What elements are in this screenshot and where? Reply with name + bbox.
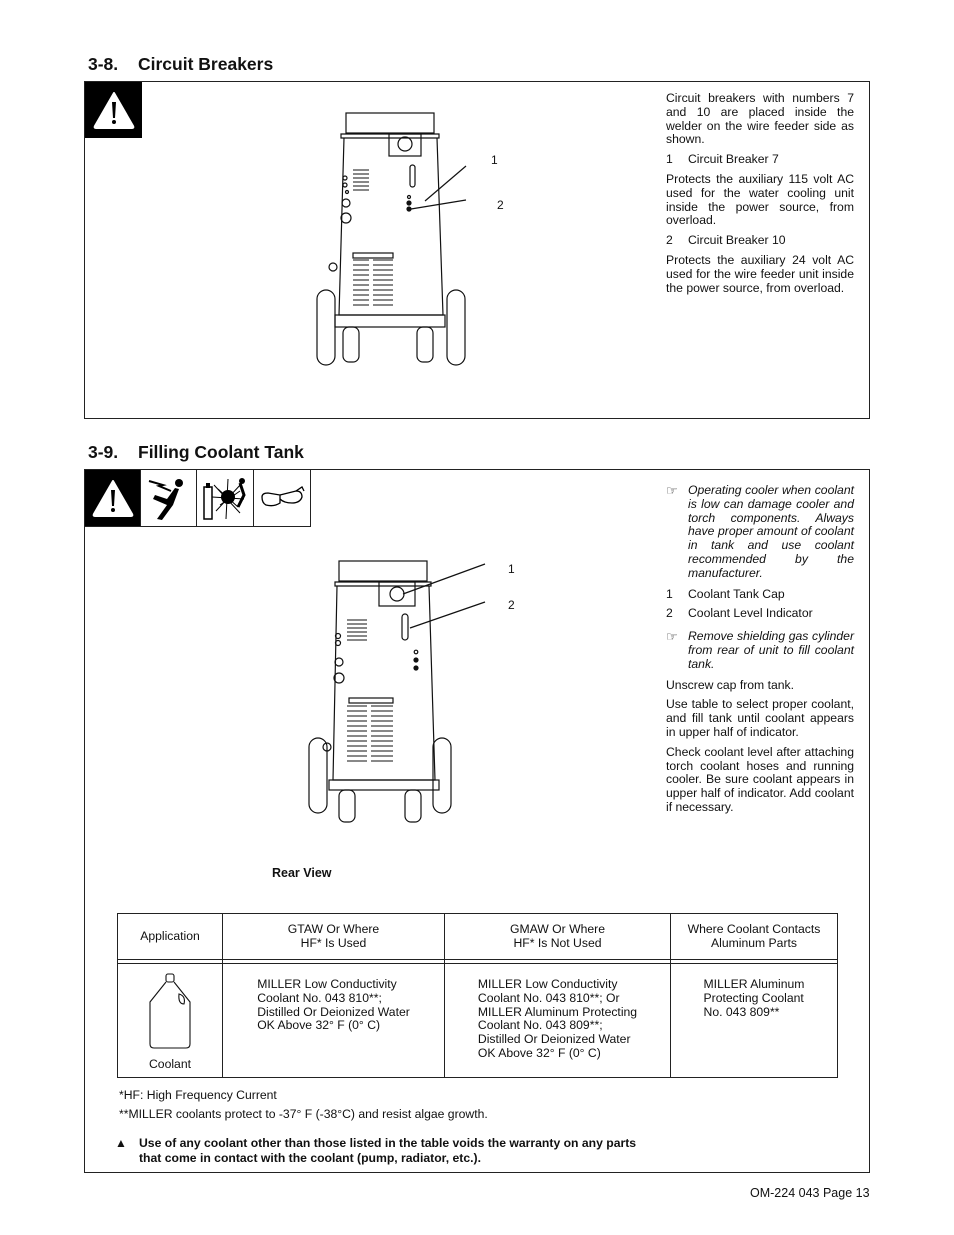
circuit-breakers-text: Circuit breakers with numbers 7 and 10 a… bbox=[666, 91, 854, 301]
row-label: Coolant bbox=[148, 1056, 191, 1071]
welder-rear-view-diagram bbox=[293, 558, 493, 828]
section-number: 3-8. bbox=[88, 54, 119, 74]
cylinder-explosion-icon bbox=[195, 470, 253, 526]
gmaw-cell: MILLER Low Conductivity Coolant No. 043 … bbox=[444, 963, 671, 1078]
circuit-breakers-panel: 1 2 Circuit breakers with numbers 7 and … bbox=[84, 81, 870, 419]
intro-paragraph: Circuit breakers with numbers 7 and 10 a… bbox=[666, 91, 854, 147]
pointing-hand-icon: ☞ bbox=[666, 629, 678, 645]
list-item: 2 Coolant Level Indicator bbox=[666, 606, 813, 621]
section-number: 3-9. bbox=[88, 442, 119, 462]
safety-glasses-icon bbox=[252, 470, 310, 526]
callout-1: 1 bbox=[491, 153, 498, 167]
footnote-miller: **MILLER coolants protect to -37° F (-38… bbox=[119, 1107, 488, 1121]
paragraph: Check coolant level after attaching torc… bbox=[666, 744, 854, 814]
coolant-jug-icon bbox=[118, 964, 222, 1054]
table-row: Coolant MILLER Low Conductivity Coolant … bbox=[117, 963, 838, 1078]
list-item: 1 Coolant Tank Cap bbox=[666, 586, 785, 601]
section-3-9-heading: 3-9. Filling Coolant Tank bbox=[88, 442, 304, 463]
header-aluminum: Where Coolant Contacts Aluminum Parts bbox=[670, 913, 838, 960]
welder-rear-diagram bbox=[311, 110, 511, 400]
filling-coolant-panel: 1 2 Rear View ☞ Operating cooler when coo… bbox=[84, 469, 870, 1173]
callout-2: 2 bbox=[508, 598, 515, 612]
note: ☞ Remove shielding gas cylinder from rear… bbox=[666, 629, 854, 671]
warning-icon bbox=[85, 470, 141, 526]
note: ☞ Operating cooler when coolant is low ca… bbox=[666, 483, 854, 580]
list-item: 2 Circuit Breaker 10 bbox=[666, 233, 786, 248]
footnote-hf: *HF: High Frequency Current bbox=[119, 1088, 277, 1102]
section-title: Filling Coolant Tank bbox=[138, 442, 304, 462]
item-description: Protects the auxiliary 24 volt AC used f… bbox=[666, 252, 854, 295]
item-description: Protects the auxiliary 115 volt AC used … bbox=[666, 171, 854, 228]
pointing-hand-icon: ☞ bbox=[666, 483, 678, 498]
paragraph: Use table to select proper coolant, and … bbox=[666, 697, 854, 739]
callout-2: 2 bbox=[497, 198, 504, 212]
page-footer: OM-224 043 Page 13 bbox=[750, 1186, 870, 1200]
callout-1: 1 bbox=[508, 562, 515, 576]
electric-shock-icon bbox=[140, 470, 195, 526]
section-3-8-heading: 3-8. Circuit Breakers bbox=[88, 54, 273, 75]
figure-caption: Rear View bbox=[272, 866, 332, 880]
section-title: Circuit Breakers bbox=[138, 54, 274, 74]
header-gmaw: GMAW Or Where HF* Is Not Used bbox=[444, 913, 671, 960]
coolant-cell: Coolant bbox=[117, 963, 223, 1078]
paragraph: Unscrew cap from tank. bbox=[666, 677, 795, 692]
header-application: Application bbox=[117, 913, 223, 960]
filling-coolant-text: ☞ Operating cooler when coolant is low ca… bbox=[666, 483, 854, 821]
table-header-row: Application GTAW Or Where HF* Is Used GM… bbox=[117, 913, 838, 960]
gtaw-cell: MILLER Low Conductivity Coolant No. 043 … bbox=[222, 963, 445, 1078]
aluminum-cell: MILLER Aluminum Protecting Coolant No. 0… bbox=[670, 963, 838, 1078]
header-gtaw: GTAW Or Where HF* Is Used bbox=[222, 913, 445, 960]
warning-icon bbox=[85, 82, 142, 138]
warning-triangle-icon: ▲ bbox=[115, 1136, 127, 1150]
coolant-table: Application GTAW Or Where HF* Is Used GM… bbox=[117, 913, 838, 1078]
warranty-warning: ▲ Use of any coolant other than those li… bbox=[115, 1136, 637, 1165]
safety-icon-strip bbox=[85, 470, 311, 527]
list-item: 1 Circuit Breaker 7 bbox=[666, 152, 779, 167]
